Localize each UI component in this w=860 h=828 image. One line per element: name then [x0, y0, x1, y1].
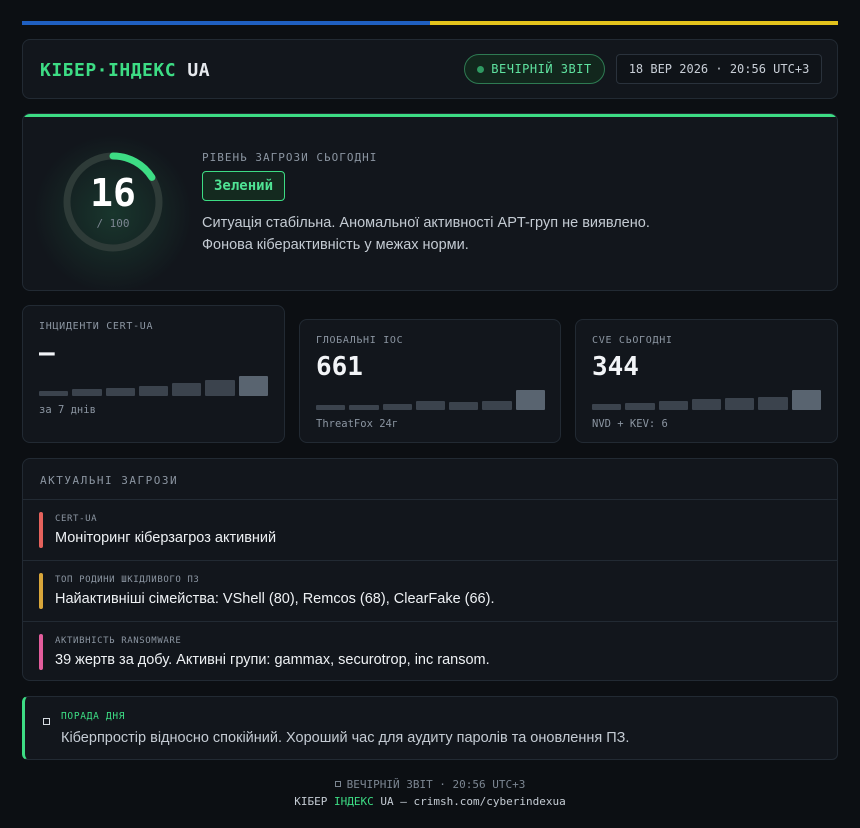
report-datetime: 18 ВЕР 2026 · 20:56 UTC+3 [616, 54, 822, 84]
threat-tag: ТОП РОДИНИ ШКІДЛИВОГО ПЗ [55, 575, 200, 585]
footer-report-line: ВЕЧІРНІЙ ЗВІТ · 20:56 UTC+3 [346, 778, 526, 791]
square-bullet-icon [43, 718, 50, 725]
footer-brand: КІБЕР ІНДЕКС UA — crimsh.com/cyberindexu… [0, 795, 860, 808]
sparkline-bar [238, 376, 268, 396]
threat-score: 16 [90, 171, 136, 215]
stat-value: — [39, 338, 55, 368]
threat-text: Найактивніші сімейства: VShell (80), Rem… [55, 591, 495, 607]
status-dot-icon [477, 65, 485, 73]
threat-item: CERT-UA Моніторинг кіберзагроз активний [23, 499, 837, 560]
sparkline-bar [515, 390, 545, 410]
stat-footer: ThreatFox 24г [316, 418, 399, 430]
flag-blue-stripe [22, 21, 430, 25]
threat-level-accent-line [23, 114, 837, 117]
brand-suffix: UA [187, 60, 211, 81]
stat-card-cert-incidents: ІНЦИДЕНТИ CERT-UA — за 7 днів [22, 305, 285, 443]
threat-description-line: Фонова кіберактивність у межах норми. [202, 237, 469, 253]
sparkline-bar [758, 397, 788, 410]
threat-tag: АКТИВНІСТЬ RANSOMWARE [55, 636, 182, 646]
threat-text: 39 жертв за добу. Активні групи: gammax,… [55, 652, 490, 668]
flag-stripe [22, 21, 838, 25]
threat-item: АКТИВНІСТЬ RANSOMWARE 39 жертв за добу. … [23, 621, 837, 680]
stat-label: ГЛОБАЛЬНІ IOC [316, 335, 404, 346]
stat-sparkline [592, 388, 821, 410]
square-bullet-icon [334, 781, 341, 787]
sparkline-bar [205, 380, 235, 396]
threat-level-label: РІВЕНЬ ЗАГРОЗИ СЬОГОДНІ [202, 151, 378, 164]
sparkline-bar [625, 403, 655, 410]
footer-brand-link[interactable]: UA — crimsh.com/cyberindexua [374, 795, 565, 808]
stat-card-cve-today: CVE СЬОГОДНІ 344 NVD + KEV: 6 [575, 319, 838, 443]
sparkline-bar [658, 401, 688, 410]
sparkline-bar [316, 405, 346, 410]
stat-sparkline [316, 388, 545, 410]
tip-label: ПОРАДА ДНЯ [61, 711, 126, 722]
tip-text: Кіберпростір відносно спокійний. Хороший… [61, 730, 630, 746]
stat-footer: NVD + KEV: 6 [592, 418, 668, 430]
sparkline-bar [138, 386, 169, 396]
threat-accent-bar [39, 512, 43, 548]
stat-sparkline [39, 374, 268, 396]
sparkline-bar [39, 391, 69, 396]
sparkline-bar [415, 401, 446, 410]
sparkline-bar [691, 399, 722, 410]
brand-logo: КІБЕР·ІНДЕКС UA [40, 60, 210, 81]
threat-description-line: Ситуація стабільна. Аномальної активност… [202, 215, 650, 231]
report-type-badge: ВЕЧІРНІЙ ЗВІТ [464, 54, 605, 84]
sparkline-bar [72, 389, 102, 396]
sparkline-bar [449, 402, 479, 410]
stat-card-global-ioc: ГЛОБАЛЬНІ IOC 661 ThreatFox 24г [299, 319, 561, 443]
sparkline-bar [482, 401, 512, 410]
tip-of-the-day: ПОРАДА ДНЯ Кіберпростір відносно спокійн… [22, 696, 838, 760]
sparkline-bar [725, 398, 755, 410]
stat-value: 661 [316, 352, 363, 382]
sparkline-bar [349, 405, 379, 410]
sparkline-bar [791, 390, 821, 410]
report-type-label: ВЕЧІРНІЙ ЗВІТ [491, 62, 592, 76]
footer-brand-accent: ІНДЕКС [333, 795, 374, 808]
threat-level-badge: Зелений [202, 171, 286, 201]
stat-label: ІНЦИДЕНТИ CERT-UA [39, 321, 154, 332]
threat-accent-bar [39, 573, 43, 609]
threat-item: ТОП РОДИНИ ШКІДЛИВОГО ПЗ Найактивніші сі… [23, 560, 837, 621]
sparkline-bar [592, 404, 622, 410]
threat-accent-bar [39, 634, 43, 670]
sparkline-bar [105, 388, 135, 396]
threat-score-max: / 100 [96, 217, 130, 230]
footer-report-info: ВЕЧІРНІЙ ЗВІТ · 20:56 UTC+3 [0, 778, 860, 791]
current-threats-panel: АКТУАЛЬНІ ЗАГРОЗИ CERT-UA Моніторинг кіб… [22, 458, 838, 681]
stat-value: 344 [592, 352, 639, 382]
header-bar: КІБЕР·ІНДЕКС UA ВЕЧІРНІЙ ЗВІТ 18 ВЕР 202… [22, 39, 838, 99]
flag-yellow-stripe [430, 21, 838, 25]
stat-label: CVE СЬОГОДНІ [592, 335, 673, 346]
sparkline-bar [172, 383, 202, 396]
stat-footer: за 7 днів [39, 404, 96, 416]
threat-tag: CERT-UA [55, 514, 98, 524]
section-title: АКТУАЛЬНІ ЗАГРОЗИ [40, 474, 179, 487]
threat-level-card: 16 / 100 РІВЕНЬ ЗАГРОЗИ СЬОГОДНІ Зелений… [22, 113, 838, 291]
footer-brand-part: КІБЕР [294, 795, 334, 808]
threat-text: Моніторинг кіберзагроз активний [55, 530, 277, 546]
brand-name: КІБЕР·ІНДЕКС [40, 60, 177, 81]
threat-level-description: Ситуація стабільна. Аномальної активност… [202, 212, 650, 256]
sparkline-bar [382, 404, 412, 410]
